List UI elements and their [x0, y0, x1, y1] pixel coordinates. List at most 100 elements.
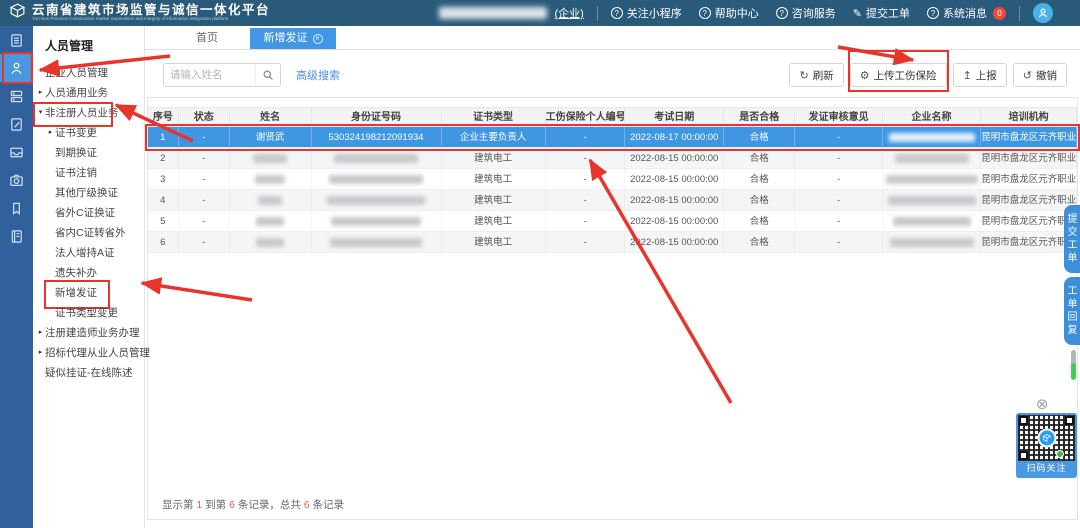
sidebar-item[interactable]: ▸招标代理从业人员管理	[33, 343, 144, 363]
upload-insurance-button[interactable]: ⚙上传工伤保险	[850, 63, 947, 87]
sidebar-item[interactable]: 省内C证转省外	[33, 223, 144, 243]
tab-label: 新增发证	[264, 28, 308, 49]
iconbar-item-camera-icon[interactable]	[0, 166, 33, 194]
search-input[interactable]	[164, 64, 255, 86]
table-row[interactable]: 1-谢贤武530324198212091934企业主要负责人-2022-08-1…	[148, 127, 1077, 148]
table-cell: -	[546, 211, 626, 232]
tab-close-icon[interactable]: ✕	[313, 34, 323, 44]
table-cell: 建筑电工	[442, 232, 546, 253]
header-nav-label: 帮助中心	[715, 5, 759, 21]
sidebar-item[interactable]: 到期换证	[33, 143, 144, 163]
sidebar-item[interactable]: ▸注册建造师业务办理	[33, 323, 144, 343]
sidebar-item[interactable]: ▾非注册人员业务	[33, 103, 144, 123]
table-cell: 3	[148, 169, 179, 190]
revoke-button[interactable]: ↺撤销	[1013, 63, 1067, 87]
header-nav-consult-service[interactable]: ?咨询服务	[776, 5, 836, 21]
header-nav-submit-ticket[interactable]: ✎ 提交工单	[853, 5, 910, 21]
table-cell: 合格	[724, 127, 796, 148]
sidebar-item[interactable]: 证书类型变更	[33, 303, 144, 323]
doc-edit-icon	[9, 117, 24, 132]
table-cell	[230, 148, 312, 169]
redacted-text	[334, 154, 418, 163]
layers-icon	[9, 89, 24, 104]
sidebar-item[interactable]: 遗失补办	[33, 263, 144, 283]
table-cell	[312, 169, 442, 190]
column-header: 状态	[179, 107, 230, 127]
scroll-indicator[interactable]	[1071, 350, 1076, 380]
tab-home[interactable]: 首页	[164, 28, 250, 49]
column-header: 企业名称	[883, 107, 981, 127]
redacted-text	[253, 154, 287, 163]
column-header: 培训机构	[981, 107, 1077, 127]
table-row[interactable]: 3-建筑电工-2022-08-15 00:00:00合格-昆明市盘龙区元齐职业.…	[148, 169, 1077, 190]
redacted-text	[895, 154, 969, 163]
iconbar-item-person-icon[interactable]	[0, 54, 33, 82]
sidebar-item[interactable]: ▸人员通用业务	[33, 83, 144, 103]
table-cell: 合格	[724, 232, 796, 253]
qr-close-icon[interactable]: ⊗	[1034, 397, 1050, 413]
column-header: 工伤保险个人编号	[546, 107, 626, 127]
table-cell: -	[546, 190, 626, 211]
doc-list-icon	[9, 33, 24, 48]
redacted-text	[893, 217, 971, 226]
search-icon[interactable]	[255, 64, 280, 86]
iconbar-item-bookmark-icon[interactable]	[0, 194, 33, 222]
refresh-button[interactable]: ↻刷新	[789, 63, 843, 87]
redacted-text	[889, 133, 975, 142]
sidebar-item[interactable]: ▸证书变更	[33, 123, 144, 143]
sidebar-item[interactable]: 疑似挂证-在线陈述	[33, 363, 144, 383]
sidebar-title: 人员管理	[33, 26, 144, 63]
toolbar-buttons: ↻刷新 ⚙上传工伤保险↥上报↺撤销	[783, 63, 1067, 87]
sidebar-item[interactable]: 省外C证换证	[33, 203, 144, 223]
header-nav-help-center[interactable]: ?帮助中心	[699, 5, 759, 21]
submit-ticket-tab[interactable]: 提交工单	[1064, 205, 1080, 273]
iconbar-item-doc-list-icon[interactable]	[0, 26, 33, 54]
table-row[interactable]: 6-建筑电工-2022-08-15 00:00:00合格-昆明市盘龙区元齐职业.…	[148, 232, 1077, 253]
sidebar-item[interactable]: 企业人员管理	[33, 63, 144, 83]
sidebar-item-label: 省外C证换证	[55, 203, 115, 223]
redacted-text	[886, 175, 978, 184]
redacted-text	[329, 175, 423, 184]
table-cell: -	[179, 148, 230, 169]
header-nav-system-message[interactable]: ?系统消息0	[927, 5, 1006, 21]
qr-code-image	[1018, 415, 1075, 461]
header-nav-label: 提交工单	[866, 5, 910, 21]
tab-new-certificate[interactable]: 新增发证 ✕	[250, 28, 336, 49]
ticket-reply-tab[interactable]: 工单回复	[1064, 277, 1080, 345]
sidebar-item[interactable]: 法人增持A证	[33, 243, 144, 263]
table-cell: 530324198212091934	[312, 127, 442, 148]
iconbar-item-mailbox-icon[interactable]	[0, 138, 33, 166]
person-icon	[9, 61, 24, 76]
qr-corner	[1019, 451, 1028, 460]
iconbar-item-layers-icon[interactable]	[0, 82, 33, 110]
header-divider	[597, 6, 598, 21]
report-button[interactable]: ↥上报	[953, 63, 1007, 87]
pencil-icon: ✎	[853, 7, 862, 20]
sidebar-item[interactable]: 新增发证	[33, 283, 144, 303]
table-cell: 昆明市盘龙区元齐职业...	[981, 169, 1077, 190]
iconbar-item-doc-edit-icon[interactable]	[0, 110, 33, 138]
qr-center-logo-icon	[1037, 429, 1056, 448]
table-cell: -	[546, 232, 626, 253]
advanced-search-link[interactable]: 高级搜索	[296, 67, 340, 83]
app-root: 云南省建筑市场监管与诚信一体化平台 Yun Nan Province Const…	[0, 0, 1080, 528]
sidebar-item-label: 证书类型变更	[55, 303, 118, 323]
table-cell: 2022-08-15 00:00:00	[625, 232, 723, 253]
refresh-icon: ↻	[799, 69, 808, 82]
table-cell: -	[795, 148, 882, 169]
table-cell	[312, 211, 442, 232]
qr-corner	[1065, 416, 1074, 425]
user-org-link[interactable]: (企业)	[554, 5, 583, 21]
header-nav-follow-miniprogram[interactable]: ?关注小程序	[611, 5, 682, 21]
sidebar-item[interactable]: 证书注销	[33, 163, 144, 183]
table-row[interactable]: 5-建筑电工-2022-08-15 00:00:00合格-昆明市盘龙区元齐职业.…	[148, 211, 1077, 232]
column-header: 是否合格	[724, 107, 796, 127]
iconbar-item-notebook-icon[interactable]	[0, 222, 33, 250]
table-row[interactable]: 4-建筑电工-2022-08-15 00:00:00合格-昆明市盘龙区元齐职业.…	[148, 190, 1077, 211]
table-body: 1-谢贤武530324198212091934企业主要负责人-2022-08-1…	[148, 127, 1077, 253]
user-avatar[interactable]	[1033, 3, 1053, 23]
table-cell: -	[795, 232, 882, 253]
table-cell	[883, 190, 981, 211]
sidebar-item[interactable]: 其他厅级换证	[33, 183, 144, 203]
table-row[interactable]: 2-建筑电工-2022-08-15 00:00:00合格-昆明市盘龙区元齐职业.…	[148, 148, 1077, 169]
